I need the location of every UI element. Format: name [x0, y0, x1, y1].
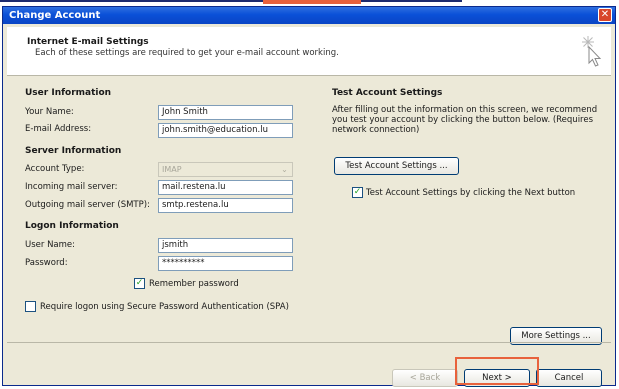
- next-highlight-box: [455, 357, 539, 385]
- incoming-server-label: Incoming mail server:: [25, 182, 118, 192]
- user-name-label: User Name:: [25, 240, 76, 250]
- chevron-down-icon: ⌄: [281, 165, 288, 174]
- incoming-server-input[interactable]: mail.restena.lu: [158, 180, 293, 195]
- footer-separator: [7, 342, 611, 343]
- test-settings-description: After filling out the information on thi…: [332, 105, 598, 135]
- user-name-input[interactable]: jsmith: [158, 238, 293, 253]
- spa-label: Require logon using Secure Password Auth…: [40, 302, 289, 312]
- test-on-next-label: Test Account Settings by clicking the Ne…: [366, 188, 576, 198]
- wizard-sparkle-cursor-icon: [582, 36, 602, 67]
- change-account-dialog: Change Account ✕ Internet E-mail Setting…: [2, 6, 616, 387]
- top-highlight-line: [263, 0, 361, 4]
- header-subtitle: Each of these settings are required to g…: [35, 48, 339, 58]
- cancel-button[interactable]: Cancel: [536, 369, 602, 387]
- account-type-select: IMAP ⌄: [158, 162, 293, 177]
- outgoing-server-label: Outgoing mail server (SMTP):: [25, 200, 150, 210]
- password-label: Password:: [25, 258, 68, 268]
- your-name-input[interactable]: John Smith: [158, 105, 293, 120]
- back-button[interactable]: < Back: [392, 369, 458, 387]
- top-dark-line: [0, 0, 462, 2]
- title-bar: Change Account ✕: [3, 7, 615, 24]
- outgoing-server-input[interactable]: smtp.restena.lu: [158, 198, 293, 213]
- window-title: Change Account: [9, 10, 101, 21]
- server-info-heading: Server Information: [25, 146, 122, 156]
- logon-info-heading: Logon Information: [25, 221, 119, 231]
- your-name-label: Your Name:: [25, 107, 74, 117]
- remember-password-checkbox[interactable]: ✓: [134, 278, 145, 289]
- email-address-input[interactable]: john.smith@education.lu: [158, 123, 293, 138]
- close-icon: ✕: [600, 9, 610, 20]
- test-on-next-checkbox[interactable]: ✓: [352, 187, 363, 198]
- password-input[interactable]: **********: [158, 256, 293, 271]
- header-title: Internet E-mail Settings: [27, 37, 149, 47]
- test-settings-heading: Test Account Settings: [332, 88, 443, 98]
- account-type-label: Account Type:: [25, 164, 85, 174]
- account-type-value: IMAP: [162, 165, 182, 174]
- user-info-heading: User Information: [25, 88, 112, 98]
- spa-checkbox[interactable]: [25, 301, 36, 312]
- remember-password-label: Remember password: [149, 279, 239, 289]
- dialog-header: Internet E-mail Settings Each of these s…: [7, 27, 611, 76]
- email-address-label: E-mail Address:: [25, 124, 92, 134]
- close-button[interactable]: ✕: [598, 8, 612, 22]
- test-account-settings-button[interactable]: Test Account Settings ...: [334, 157, 459, 175]
